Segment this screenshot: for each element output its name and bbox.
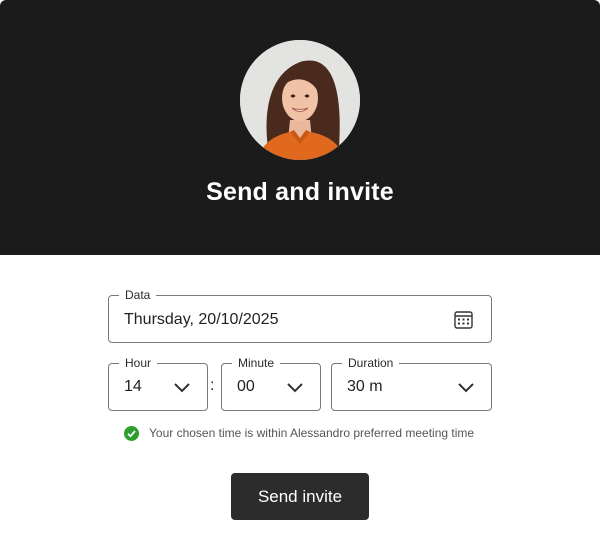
hour-select[interactable]: Hour 14	[108, 356, 208, 411]
duration-value[interactable]: 30 m	[347, 378, 383, 396]
date-field[interactable]: Data Thursday, 20/10/2025	[108, 288, 492, 343]
minute-value[interactable]: 00	[237, 378, 255, 396]
calendar-icon[interactable]	[454, 310, 473, 329]
availability-hint: Your chosen time is within Alessandro pr…	[124, 425, 474, 441]
minute-label: Minute	[232, 356, 281, 370]
minute-select[interactable]: Minute 00	[221, 356, 321, 411]
time-separator: :	[210, 377, 215, 394]
hour-value[interactable]: 14	[124, 378, 142, 396]
chevron-down-icon[interactable]	[286, 381, 304, 393]
chevron-down-icon[interactable]	[173, 381, 191, 393]
avatar	[240, 40, 360, 160]
check-circle-icon	[124, 425, 139, 441]
date-field-label: Data	[119, 288, 157, 302]
person-avatar-icon	[240, 40, 360, 160]
hour-label: Hour	[119, 356, 158, 370]
page-title: Send and invite	[206, 178, 394, 206]
date-field-value[interactable]: Thursday, 20/10/2025	[124, 311, 278, 329]
chevron-down-icon[interactable]	[457, 381, 475, 393]
send-invite-button[interactable]: Send invite	[231, 473, 369, 520]
duration-label: Duration	[342, 356, 400, 370]
header-banner: Send and invite	[0, 0, 600, 255]
duration-select[interactable]: Duration 30 m	[331, 356, 492, 411]
hint-text: Your chosen time is within Alessandro pr…	[149, 426, 475, 440]
